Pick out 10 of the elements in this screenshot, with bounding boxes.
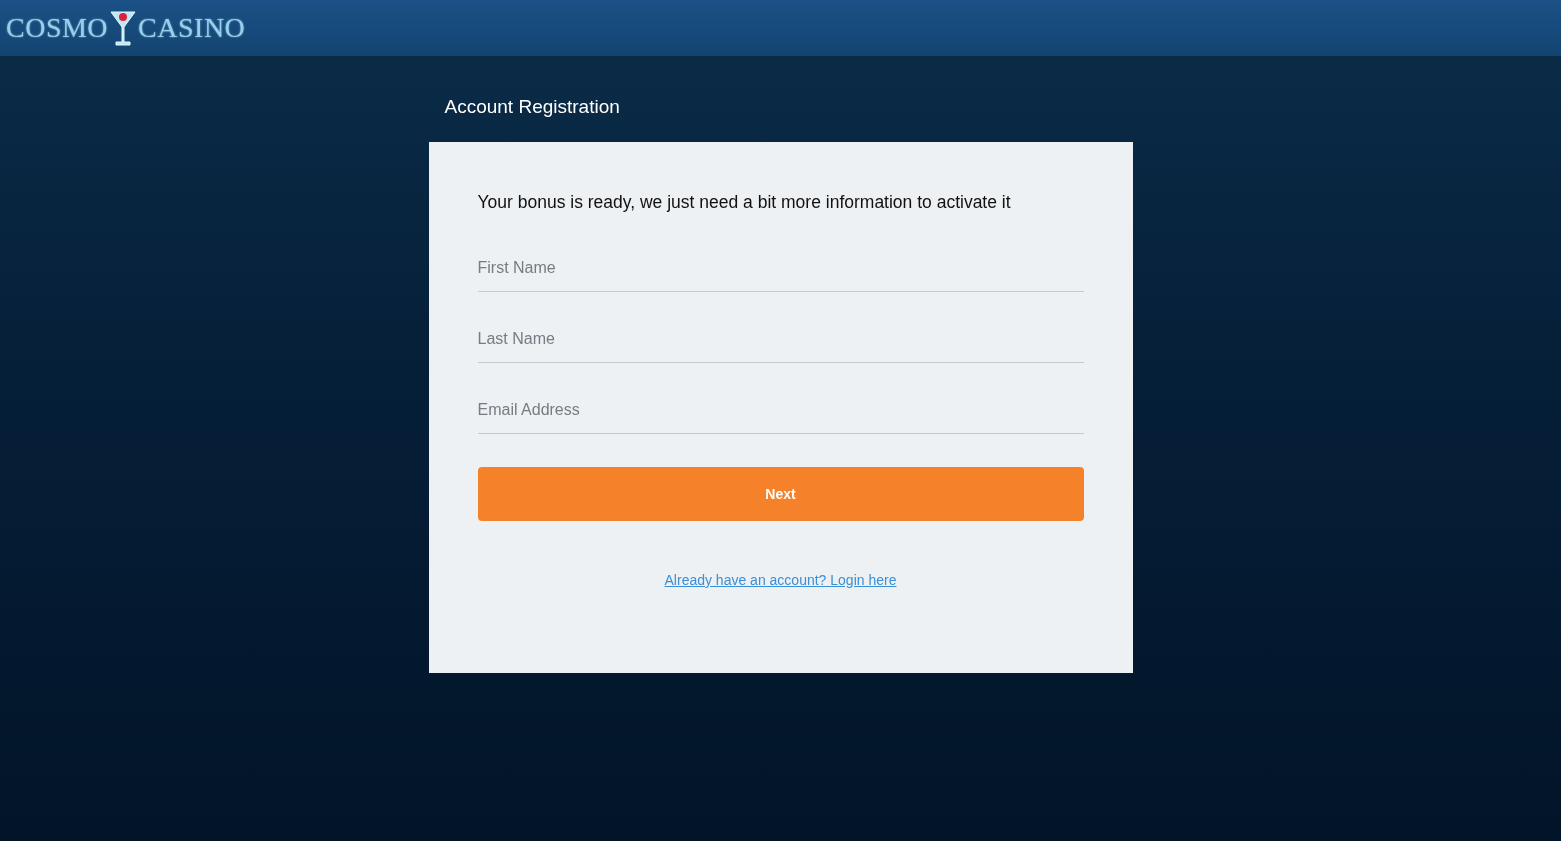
intro-text: Your bonus is ready, we just need a bit more information to activate it — [477, 191, 1011, 213]
input-field[interactable]: First Name — [477, 247, 1084, 292]
input-field[interactable]: Email Address — [477, 389, 1084, 434]
logo-text: COSMO — [6, 12, 109, 44]
login-link[interactable]: Already have an account? Login here — [664, 572, 897, 588]
page-title: Account Registration — [443, 96, 620, 118]
input-field[interactable]: Last Name — [477, 318, 1084, 363]
next-button[interactable]: Next — [477, 467, 1084, 521]
logo-text: CASINO — [138, 12, 246, 44]
cocktail-glass-icon — [110, 9, 137, 47]
